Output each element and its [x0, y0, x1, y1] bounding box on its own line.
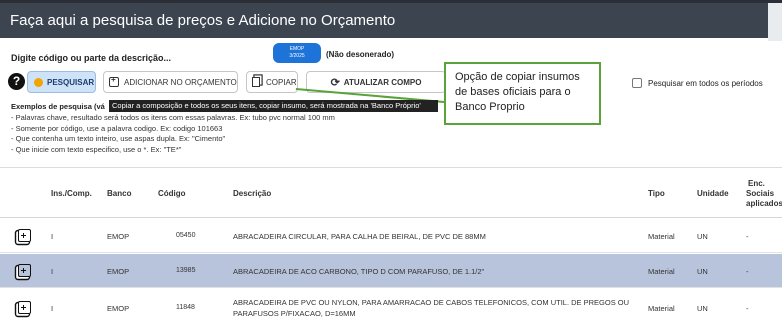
header-ins-comp[interactable]: Ins./Comp. [51, 189, 92, 198]
copiar-tooltip: Copiar a composição e todos os seus iten… [109, 100, 438, 112]
cell-descricao-cont: PARAFUSOS P/FIXACAO, D=16MM [233, 309, 356, 318]
example-line: - Que contenha um texto inteiro, use asp… [11, 134, 226, 143]
add-box-icon [109, 75, 119, 87]
cell-banco: EMOP [107, 304, 130, 313]
header-tipo[interactable]: Tipo [648, 189, 665, 198]
pesquisar-button[interactable]: PESQUISAR [27, 71, 96, 93]
titlebar-edge [768, 3, 782, 41]
cell-codigo: 13985 [176, 267, 196, 274]
cell-banco: EMOP [107, 232, 130, 241]
table-row-selected[interactable]: I EMOP 13985 ABRACADEIRA DE ACO CARBONO,… [0, 254, 782, 288]
cell-banco: EMOP [107, 267, 130, 276]
header-unidade[interactable]: Unidade [697, 189, 729, 198]
cell-ins: I [51, 304, 54, 313]
table-row[interactable]: I EMOP 11848 ABRACADEIRA DE PVC OU NYLON… [0, 289, 782, 331]
add-item-icon[interactable] [18, 229, 31, 242]
cell-unidade: UN [697, 232, 708, 241]
add-item-icon[interactable] [18, 301, 31, 314]
cell-descricao: ABRACADEIRA DE ACO CARBONO, TIPO D COM P… [233, 267, 485, 276]
periodos-option[interactable]: Pesquisar em todos os períodos [632, 78, 763, 88]
help-button[interactable]: ? [8, 73, 25, 90]
pesquisar-label: PESQUISAR [47, 77, 95, 87]
copiar-button[interactable]: COPIAR [246, 71, 298, 93]
desoneracao-label: (Não desonerado) [326, 50, 395, 59]
atualizar-label: ATUALIZAR COMPO [343, 77, 422, 87]
search-label: Digite código ou parte da descrição... [11, 53, 172, 63]
examples-list: - Palavras chave, resultado será todos o… [11, 113, 335, 155]
window-title: Faça aqui a pesquisa de preços e Adicion… [10, 12, 396, 29]
header-banco[interactable]: Banco [107, 189, 131, 198]
header-enc[interactable]: Enc. [748, 179, 765, 188]
cell-unidade: UN [697, 267, 708, 276]
annotation-callout: Opção de copiar insumos de bases oficiai… [444, 62, 601, 125]
header-sociais[interactable]: Sociais [746, 189, 774, 198]
add-item-icon[interactable] [18, 264, 31, 277]
base-period: 3/2025 [289, 53, 305, 59]
cell-descricao: ABRACADEIRA DE PVC OU NYLON, PARA AMARRA… [233, 298, 630, 307]
refresh-icon: ⟳ [330, 76, 340, 89]
adicionar-orcamento-button[interactable]: ADICIONAR NO ORÇAMENTO [103, 71, 238, 93]
example-line: - Palavras chave, resultado será todos o… [11, 113, 335, 122]
atualizar-composicao-button[interactable]: ⟳ ATUALIZAR COMPO [306, 71, 446, 93]
window-titlebar: Faça aqui a pesquisa de preços e Adicion… [0, 0, 782, 41]
cell-codigo: 05450 [176, 232, 196, 239]
cell-enc: - [746, 232, 749, 241]
cell-tipo: Material [648, 232, 675, 241]
cell-codigo: 11848 [176, 304, 195, 311]
cell-descricao: ABRACADEIRA CIRCULAR, PARA CALHA DE BEIR… [233, 232, 486, 241]
base-name: EMOP [289, 46, 305, 52]
header-aplicados[interactable]: aplicados [746, 199, 782, 208]
cell-tipo: Material [648, 304, 675, 313]
table-row[interactable]: I EMOP 05450 ABRACADEIRA CIRCULAR, PARA … [0, 219, 782, 253]
base-selector-button[interactable]: EMOP 3/2025 [273, 43, 321, 63]
results-table: Ins./Comp. Banco Código Descrição Tipo U… [0, 167, 782, 331]
header-codigo[interactable]: Código [158, 189, 186, 198]
example-line: - Somente por código, use a palavra codi… [11, 123, 223, 133]
cell-enc: - [746, 304, 749, 313]
cell-ins: I [51, 232, 54, 241]
cell-enc: - [746, 267, 749, 276]
periodos-checkbox[interactable] [632, 78, 642, 88]
example-line: - Que inicie com texto especifico, use o… [11, 144, 182, 154]
periodos-label: Pesquisar em todos os períodos [648, 78, 763, 88]
cell-tipo: Material [648, 267, 675, 276]
adicionar-label: ADICIONAR NO ORÇAMENTO [124, 77, 237, 87]
examples-title: Exemplos de pesquisa (vá [11, 102, 105, 111]
cell-ins: I [51, 267, 54, 276]
copy-icon [252, 77, 260, 87]
table-header: Ins./Comp. Banco Código Descrição Tipo U… [0, 168, 782, 218]
copiar-label: COPIAR [266, 77, 297, 87]
header-descricao[interactable]: Descrição [233, 189, 271, 198]
cell-unidade: UN [697, 304, 708, 313]
lightbulb-icon [34, 77, 43, 87]
